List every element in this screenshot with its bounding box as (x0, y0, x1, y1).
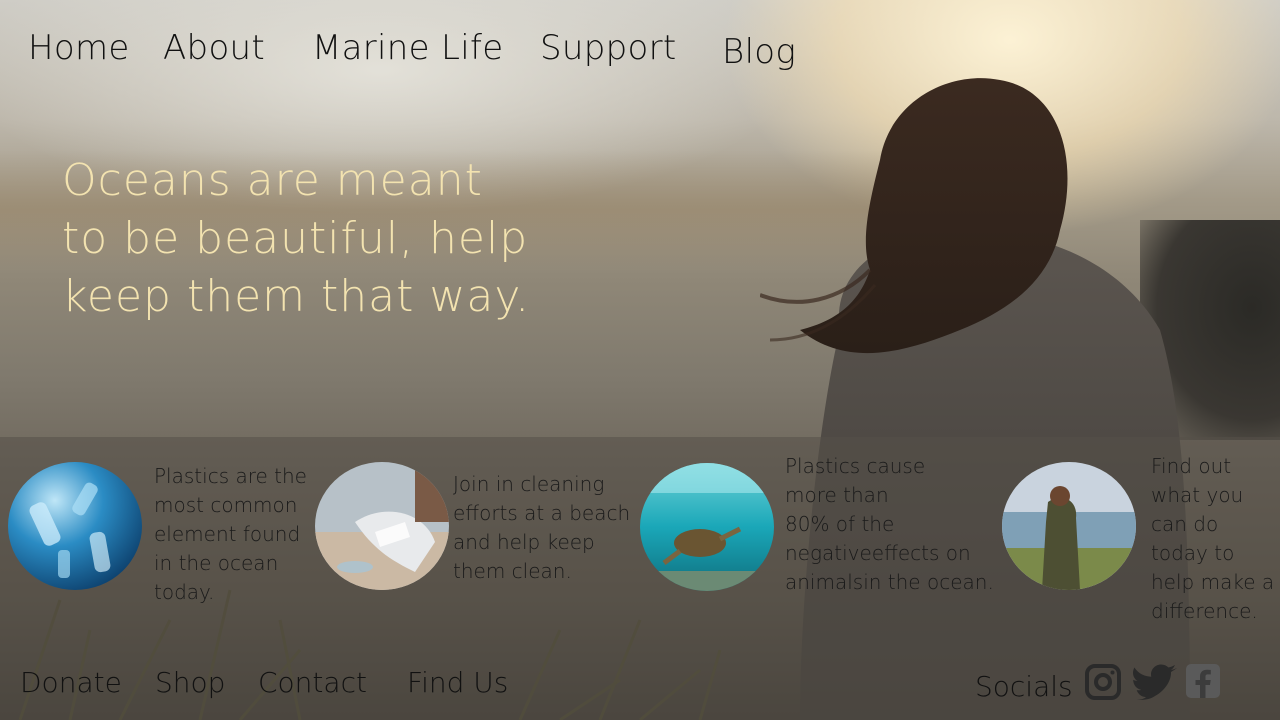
hero-line-3: keep them that way. (62, 271, 531, 322)
nav-blog[interactable]: Blog (722, 32, 796, 72)
nav-support[interactable]: Support (540, 28, 677, 68)
footer-shop-link[interactable]: Shop (155, 666, 225, 699)
card-3-text: Plastics cause more than 80% of the nega… (785, 452, 1025, 597)
card-4-text: Find out what you can do today to help m… (1151, 452, 1279, 626)
card-2-line: them clean. (453, 559, 572, 583)
card-3-line: animalsin the ocean. (785, 570, 994, 594)
nav-marine-life[interactable]: Marine Life (312, 28, 503, 68)
hero-headline: Oceans are meant to be beautiful, help k… (62, 152, 662, 326)
footer-contact-link[interactable]: Contact (258, 666, 367, 699)
woman-at-coast-image[interactable] (1002, 462, 1136, 590)
nav-about[interactable]: About (163, 28, 265, 68)
card-4-line: today to (1151, 541, 1235, 565)
card-4-line: what you (1151, 483, 1244, 507)
card-3-line: Plastics cause (785, 454, 926, 478)
main-navigation: Home About Marine Life Support Blog (0, 0, 1280, 100)
card-4-line: can do (1151, 512, 1219, 536)
beach-cleanup-image[interactable] (315, 462, 449, 590)
card-1-line: today. (154, 580, 215, 604)
beach-cleanup-illustration (315, 462, 449, 590)
facebook-icon[interactable] (1186, 664, 1220, 698)
card-1-line: element found (154, 522, 301, 546)
card-1-line: in the ocean (154, 551, 279, 575)
card-1-line: Plastics are the (154, 464, 307, 488)
plastic-bottles-image[interactable] (8, 462, 142, 590)
card-3-line: more than (785, 483, 889, 507)
card-4-line: Find out (1151, 454, 1232, 478)
card-3-line: 80% of the (785, 512, 895, 536)
card-2-line: Join in cleaning (453, 472, 605, 496)
plastic-bottles-illustration (8, 462, 142, 590)
card-2-line: efforts at a beach (453, 501, 631, 525)
instagram-icon[interactable] (1085, 664, 1121, 700)
sea-turtle-illustration (640, 463, 774, 591)
card-4-line: help make a (1151, 570, 1275, 594)
footer-donate-link[interactable]: Donate (20, 666, 122, 699)
hero-line-1: Oceans are meant (62, 155, 483, 206)
twitter-icon[interactable] (1133, 664, 1179, 700)
nav-home[interactable]: Home (28, 28, 130, 68)
footer-find-us-link[interactable]: Find Us (407, 666, 508, 699)
card-3-line: negativeeffects on (785, 541, 971, 565)
sea-turtle-image[interactable] (640, 463, 774, 591)
card-4-line: difference. (1151, 599, 1258, 623)
card-2-text: Join in cleaning efforts at a beach and … (453, 470, 643, 586)
hero-line-2: to be beautiful, help (62, 213, 529, 264)
card-1-text: Plastics are the most common element fou… (154, 462, 314, 607)
socials-label: Socials (975, 670, 1073, 703)
card-1-line: most common (154, 493, 298, 517)
card-2-line: and help keep (453, 530, 595, 554)
woman-at-coast-illustration (1002, 462, 1136, 590)
